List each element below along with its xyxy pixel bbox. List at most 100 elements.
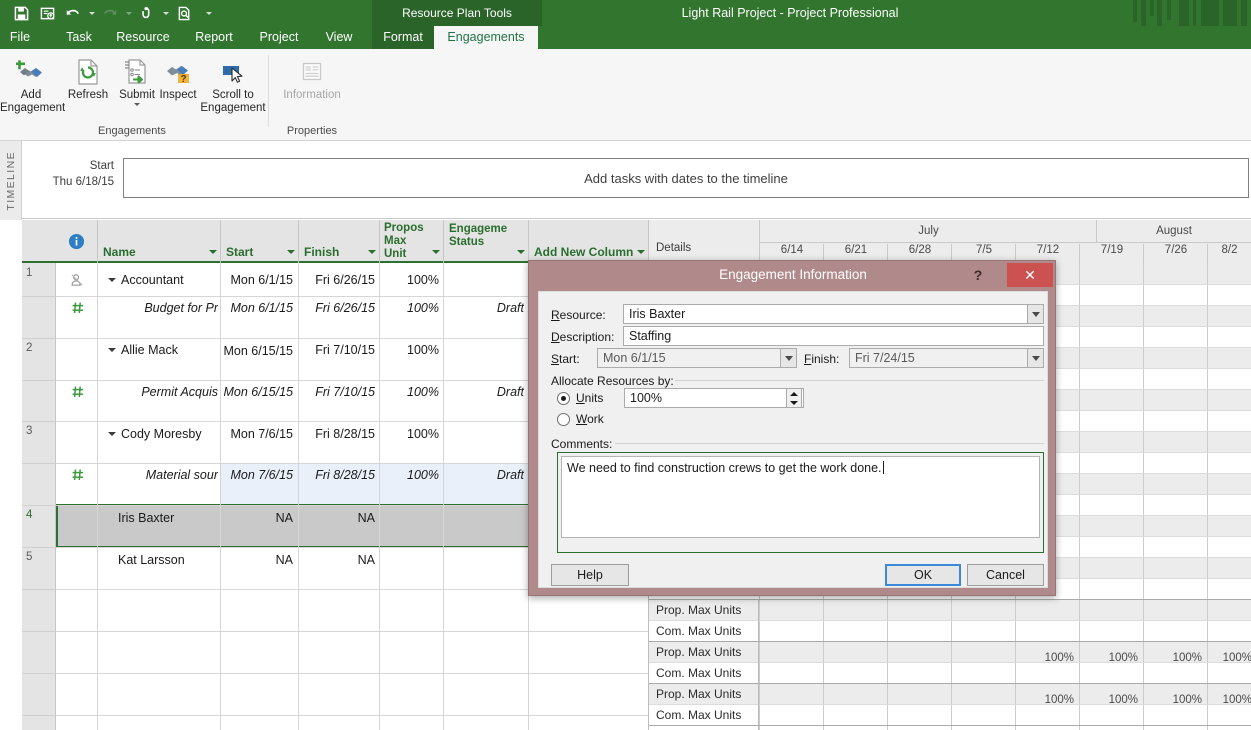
timeline-side-tab[interactable]: TIMELINE: [0, 141, 22, 220]
cell-finish[interactable]: NA: [300, 549, 375, 588]
tab-view[interactable]: View: [316, 26, 362, 49]
print-preview-icon[interactable]: [171, 1, 197, 25]
cell-engagement-status[interactable]: Draft: [445, 298, 524, 337]
cancel-button[interactable]: Cancel: [967, 564, 1044, 586]
add-new-column-dropdown-icon[interactable]: [634, 245, 648, 259]
cell-start[interactable]: Mon 7/6/15: [221, 465, 293, 504]
row-number[interactable]: 3: [22, 422, 56, 463]
row-number[interactable]: 5: [22, 548, 56, 589]
undo-dropdown-icon[interactable]: [86, 1, 97, 25]
tab-format[interactable]: Format: [372, 26, 434, 49]
units-spinner-up-icon[interactable]: [787, 389, 801, 398]
ok-button[interactable]: OK: [885, 564, 961, 586]
cell-finish[interactable]: Fri 7/10/15: [300, 382, 375, 421]
summary-collapse-icon[interactable]: [108, 348, 116, 352]
cell-finish[interactable]: Fri 6/26/15: [300, 298, 375, 337]
start-field[interactable]: Mon 6/1/15: [597, 348, 797, 368]
timescale-row-divider: [649, 683, 1251, 684]
finish-field[interactable]: Fri 7/24/15: [849, 348, 1044, 368]
cell-finish[interactable]: Fri 6/26/15: [300, 264, 375, 296]
comments-textarea[interactable]: We need to find construction crews to ge…: [561, 456, 1040, 538]
column-header-prop-max-units[interactable]: Propos Max Unit: [380, 220, 444, 263]
cell-name[interactable]: Material sour: [100, 465, 218, 504]
sync-icon[interactable]: [34, 1, 60, 25]
summary-collapse-icon[interactable]: [108, 432, 116, 436]
save-icon[interactable]: [8, 1, 34, 25]
cell-name[interactable]: Accountant: [100, 264, 218, 296]
timeline-empty-text: Add tasks with dates to the timeline: [584, 171, 788, 186]
cell-name[interactable]: Kat Larsson: [100, 549, 218, 588]
tab-resource[interactable]: Resource: [104, 26, 182, 49]
cell-finish[interactable]: Fri 7/10/15: [300, 340, 375, 379]
start-filter-icon[interactable]: [284, 245, 298, 259]
cell-name[interactable]: Allie Mack: [100, 340, 218, 379]
column-header-start[interactable]: Start: [221, 220, 299, 263]
cell-start[interactable]: Mon 6/1/15: [221, 298, 293, 337]
cell-name[interactable]: Cody Moresby: [100, 423, 218, 462]
row-number[interactable]: 2: [22, 339, 56, 380]
customize-qat-icon[interactable]: [203, 1, 214, 25]
cell-engagement-status[interactable]: Draft: [445, 382, 524, 421]
finish-filter-icon[interactable]: [365, 245, 379, 259]
close-icon[interactable]: ✕: [1007, 263, 1053, 287]
submit-dropdown-icon[interactable]: [112, 103, 162, 106]
cell-start[interactable]: Mon 6/1/15: [221, 264, 293, 296]
cell-prop-max-units[interactable]: 100%: [381, 423, 439, 462]
units-spinner[interactable]: [786, 388, 802, 408]
column-header-info[interactable]: [56, 220, 98, 263]
add-engagement-button[interactable]: Add Engagement: [0, 55, 62, 115]
refresh-button[interactable]: Refresh: [62, 55, 114, 102]
tab-file[interactable]: File: [6, 26, 34, 49]
cell-prop-max-units[interactable]: 100%: [381, 298, 439, 337]
start-dropdown-icon[interactable]: [780, 348, 797, 368]
tab-task[interactable]: Task: [54, 26, 104, 49]
cell-prop-max-units[interactable]: 100%: [381, 382, 439, 421]
summary-collapse-icon[interactable]: [108, 278, 116, 282]
finish-dropdown-icon[interactable]: [1027, 348, 1044, 368]
help-icon[interactable]: ?: [967, 265, 989, 285]
help-button[interactable]: Help: [551, 564, 629, 586]
cell-finish[interactable]: Fri 8/28/15: [300, 423, 375, 462]
column-header-engagement-status[interactable]: Engageme Status: [444, 220, 529, 263]
cell-prop-max-units[interactable]: 100%: [381, 264, 439, 296]
prop-max-units-filter-icon[interactable]: [429, 245, 443, 259]
units-radio[interactable]: [557, 392, 570, 405]
column-header-finish[interactable]: Finish: [299, 220, 380, 263]
tab-engagements[interactable]: Engagements: [434, 26, 538, 49]
engagement-status-filter-icon[interactable]: [514, 245, 528, 259]
cell-start[interactable]: Mon 7/6/15: [221, 423, 293, 462]
cell-start[interactable]: NA: [221, 549, 293, 588]
detail-row-label: Prop. Max Units: [652, 683, 758, 704]
description-field[interactable]: Staffing: [623, 326, 1044, 346]
cell-name[interactable]: Iris Baxter: [100, 507, 218, 546]
tab-report[interactable]: Report: [186, 26, 242, 49]
column-header-add-new-column[interactable]: Add New Column: [529, 220, 649, 263]
resource-dropdown-icon[interactable]: [1027, 304, 1044, 324]
tab-project[interactable]: Project: [250, 26, 308, 49]
allocate-group-line: [675, 380, 1044, 381]
column-header-name[interactable]: Name: [98, 220, 221, 263]
cell-prop-max-units[interactable]: 100%: [381, 465, 439, 504]
cell-name[interactable]: Budget for Pr: [100, 298, 218, 337]
resource-field[interactable]: Iris Baxter: [623, 304, 1044, 324]
scroll-to-engagement-button[interactable]: Scroll to Engagement: [192, 55, 274, 115]
cell-start[interactable]: Mon 6/15/15: [221, 340, 293, 379]
cell-start[interactable]: Mon 6/15/15: [221, 382, 293, 421]
work-radio[interactable]: [557, 413, 570, 426]
cell-finish[interactable]: Fri 8/28/15: [300, 465, 375, 504]
cell-finish[interactable]: NA: [300, 507, 375, 546]
cell-engagement-status[interactable]: Draft: [445, 465, 524, 504]
resource-label: Resource:: [551, 308, 606, 322]
units-spinner-down-icon[interactable]: [787, 398, 801, 407]
row-number[interactable]: 4: [22, 506, 56, 547]
timeline-empty-bar[interactable]: Add tasks with dates to the timeline: [123, 158, 1249, 198]
cell-start[interactable]: NA: [221, 507, 293, 546]
row-number[interactable]: 1: [22, 264, 56, 296]
link-tasks-icon[interactable]: [134, 1, 160, 25]
link-tasks-dropdown-icon[interactable]: [160, 1, 171, 25]
cell-prop-max-units[interactable]: 100%: [381, 340, 439, 379]
units-field[interactable]: 100%: [624, 388, 804, 408]
name-filter-icon[interactable]: [206, 245, 220, 259]
cell-name[interactable]: Permit Acquis: [100, 382, 218, 421]
undo-icon[interactable]: [60, 1, 86, 25]
